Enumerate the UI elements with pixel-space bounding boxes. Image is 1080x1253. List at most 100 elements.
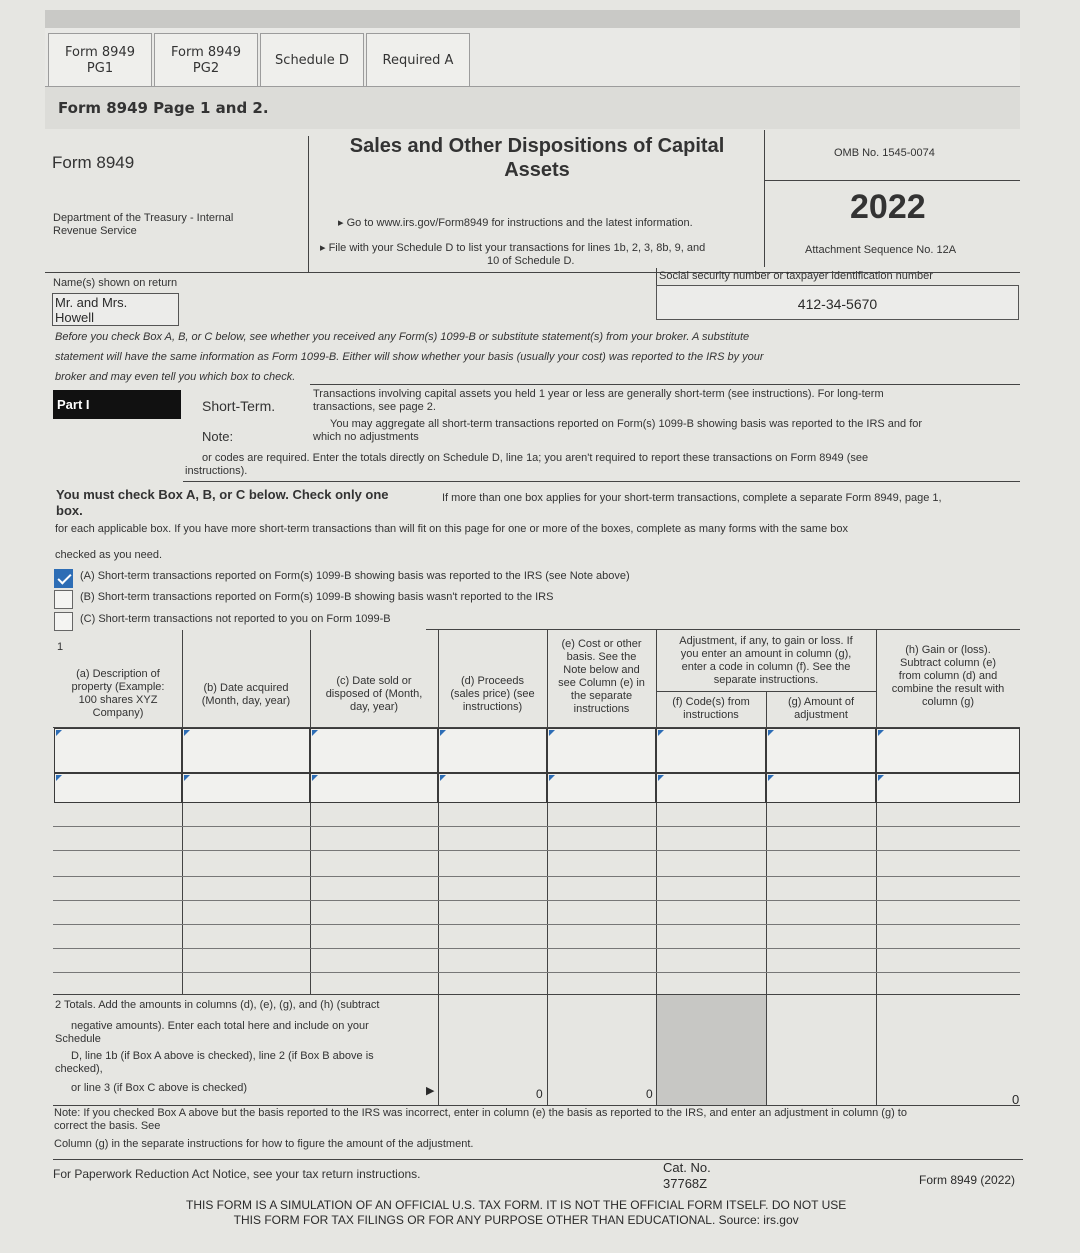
header-line: instructions (683, 709, 739, 721)
row2-col-f[interactable] (656, 773, 766, 803)
checkbox-b[interactable] (54, 590, 73, 609)
header-line: (g) Amount of (787, 696, 855, 708)
description-line: Transactions involving capital assets yo… (313, 388, 884, 400)
tab-required-a[interactable]: Required A (366, 33, 470, 87)
totals-line: negative amounts). Enter each total here… (71, 1020, 369, 1032)
divider (53, 1105, 1020, 1106)
form-name: Form 8949 (52, 153, 135, 172)
form-title-line: Sales and Other Dispositions of Capital (349, 135, 725, 157)
col-c-header: (c) Date sold or disposed of (Month, day, … (312, 675, 436, 714)
must-check-instruction: You must check Box A, B, or C below. Che… (56, 487, 389, 519)
header-line: 100 shares XYZ (78, 694, 158, 706)
divider (426, 629, 1020, 630)
header-line: Adjustment, if any, to gain or loss. If (679, 635, 853, 647)
header-line: adjustment (794, 709, 848, 721)
row1-col-a[interactable] (54, 728, 182, 773)
checkbox-c-label: (C) Short-term transactions not reported… (80, 613, 391, 625)
header-line: (sales price) (see (450, 688, 535, 700)
header-line: (Month, day, year) (201, 695, 291, 707)
tab-form-8949-pg1[interactable]: Form 8949 PG1 (48, 33, 152, 87)
totals-line: or line 3 (if Box C above is checked) (71, 1082, 248, 1094)
row2-col-e[interactable] (547, 773, 656, 803)
checkbox-a-label: (A) Short-term transactions reported on … (80, 570, 630, 582)
header-line: instructions) (462, 701, 523, 713)
col-divider (876, 630, 877, 1105)
header-line: Company) (92, 707, 144, 719)
header-line: Subtract column (e) (900, 657, 996, 669)
row2-col-d[interactable] (438, 773, 547, 803)
ssn-value: 412-34-5670 (797, 296, 878, 312)
footer-note: Note: If you checked Box A above but the… (54, 1107, 907, 1151)
row2-col-c[interactable] (310, 773, 438, 803)
part-label: Part I (53, 390, 181, 419)
checkbox-b-label: (B) Short-term transactions reported on … (80, 591, 554, 603)
row2-col-g[interactable] (766, 773, 876, 803)
col-d-header: (d) Proceeds (sales price) (see instructio… (440, 675, 545, 714)
header-line: separate instructions. (713, 674, 819, 686)
arrow-right-icon: ▸ (320, 242, 329, 254)
table-row (53, 900, 1020, 901)
department-line: Revenue Service (53, 225, 137, 237)
name-value: Howell (55, 310, 95, 325)
file-text: File with your Schedule D to list your t… (328, 242, 706, 254)
header-line: instructions (573, 703, 630, 715)
row1-col-c[interactable] (310, 728, 438, 773)
table-row (53, 850, 1020, 851)
divider (53, 1159, 1023, 1160)
col-divider (182, 630, 183, 994)
footer-note-line: correct the basis. See (54, 1120, 161, 1132)
col-f-header: (f) Code(s) from instructions (658, 696, 764, 722)
header-line: (e) Cost or other (561, 638, 642, 650)
row1-col-f[interactable] (656, 728, 766, 773)
shaded-cell (657, 995, 766, 1105)
col-divider (547, 630, 548, 1105)
header-line: (h) Gain or (loss). (905, 644, 991, 656)
divider (308, 136, 309, 273)
row1-col-b[interactable] (182, 728, 310, 773)
note-label: Note: (202, 429, 234, 444)
row1-col-g[interactable] (766, 728, 876, 773)
header-line: (f) Code(s) from (672, 696, 750, 708)
footer-note-line: Column (g) in the separate instructions … (54, 1138, 474, 1150)
tab-label: Form 8949 (171, 44, 241, 60)
short-term-label: Short-Term. (202, 398, 276, 414)
each-box-text: for each applicable box. If you have mor… (55, 523, 848, 535)
line-number: 1 (57, 641, 64, 653)
name-value: Mr. and Mrs. (55, 295, 128, 310)
more-than-one-text: If more than one box applies for your sh… (442, 492, 942, 504)
table-row (53, 826, 1020, 827)
row1-col-h[interactable] (876, 728, 1020, 773)
row1-col-e[interactable] (547, 728, 656, 773)
must-check-line: You must check Box A, B, or C below. Che… (56, 487, 389, 502)
row2-col-h[interactable] (876, 773, 1020, 803)
intro-line: Before you check Box A, B, or C below, s… (55, 331, 750, 343)
col-a-header: (a) Description of property (Example: 100 … (56, 668, 180, 720)
ssn-field[interactable]: 412-34-5670 (656, 285, 1019, 320)
header-line: (a) Description of (76, 668, 160, 680)
name-field[interactable]: Mr. and Mrs. Howell (52, 293, 179, 326)
tax-year: 2022 (850, 188, 926, 226)
header-line: Note below and (563, 664, 640, 676)
intro-line: statement will have the same information… (55, 351, 764, 363)
header-line: the separate (570, 690, 633, 702)
header-line: combine the result with (891, 683, 1005, 695)
form-year-footer: Form 8949 (2022) (919, 1173, 1016, 1187)
checkbox-a[interactable] (54, 569, 73, 588)
header-line: property (Example: (71, 681, 165, 693)
totals-label: 2 Totals. Add the amounts in columns (d)… (55, 998, 379, 1096)
tab-form-8949-pg2[interactable]: Form 8949 PG2 (154, 33, 258, 87)
note-line: instructions). (185, 465, 248, 477)
divider (183, 481, 1020, 482)
row2-col-b[interactable] (182, 773, 310, 803)
footer-note-line: Note: If you checked Box A above but the… (54, 1107, 907, 1119)
row1-col-d[interactable] (438, 728, 547, 773)
tab-schedule-d[interactable]: Schedule D (260, 33, 364, 87)
disclaimer: THIS FORM IS A SIMULATION OF AN OFFICIAL… (186, 1198, 846, 1228)
row2-col-a[interactable] (54, 773, 182, 803)
tab-label: PG1 (86, 60, 114, 76)
totals-line: Schedule (55, 1033, 101, 1045)
checkbox-c[interactable] (54, 612, 73, 631)
totals-line: checked), (55, 1063, 103, 1075)
disclaimer-line: THIS FORM FOR TAX FILINGS OR FOR ANY PUR… (233, 1213, 799, 1227)
must-check-line: box. (56, 503, 83, 518)
